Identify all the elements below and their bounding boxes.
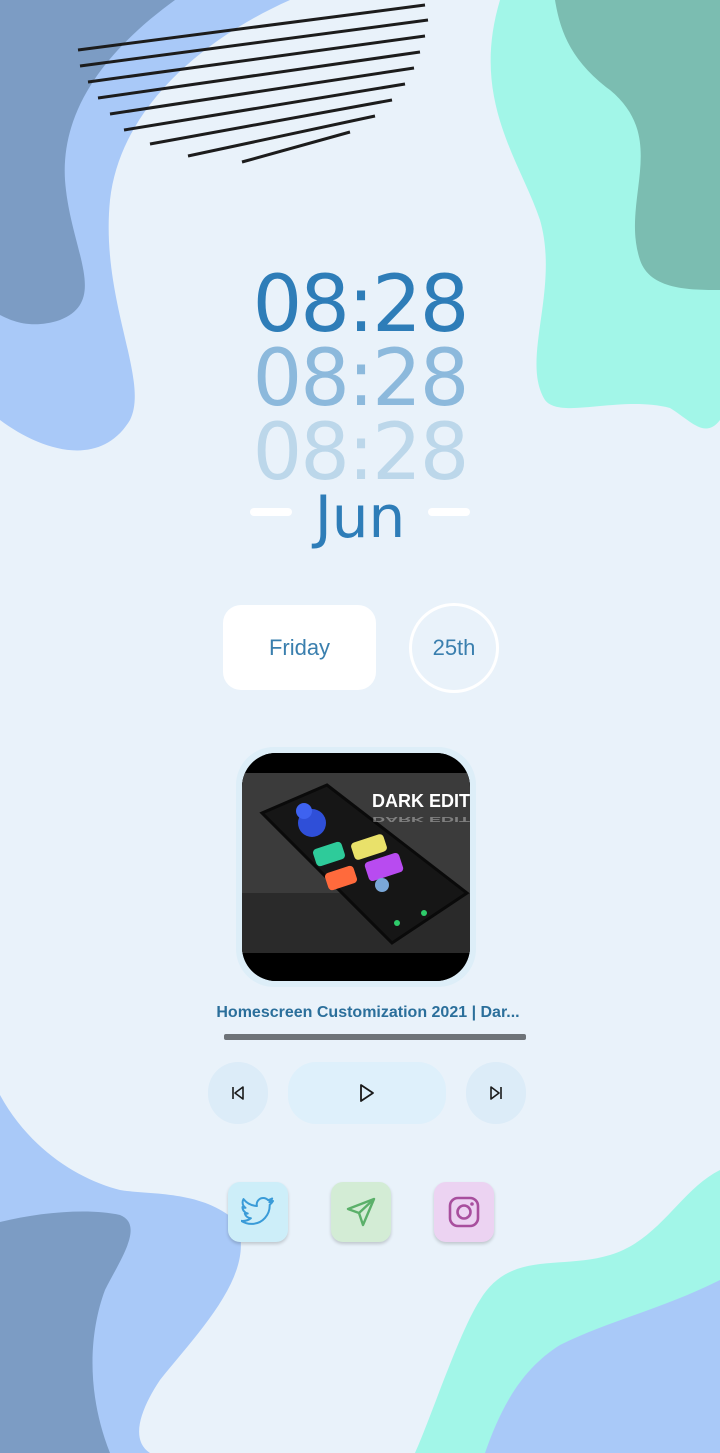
- month-label: Jun: [314, 483, 406, 551]
- clock-time-echo: 08:28: [252, 334, 470, 424]
- clock-time-primary: 08:28: [252, 260, 470, 350]
- play-icon: [360, 1084, 374, 1102]
- track-title[interactable]: Homescreen Customization 2021 | Dar...: [200, 1004, 536, 1022]
- weekday-pill: Friday: [223, 605, 376, 690]
- day-of-month-circle: 25th: [409, 603, 499, 693]
- play-button[interactable]: [288, 1062, 446, 1124]
- album-art-caption: DARK EDIT: [372, 791, 470, 811]
- track-progress-fill: [224, 1034, 526, 1040]
- send-icon: [346, 1197, 376, 1227]
- album-art-image: DARK EDIT DARK EDIT: [242, 753, 470, 981]
- twitter-button[interactable]: [228, 1182, 288, 1242]
- clock-time-echo-faded: 08:28: [252, 408, 470, 498]
- next-track-button[interactable]: [466, 1062, 526, 1124]
- twitter-icon: [241, 1197, 274, 1225]
- album-art[interactable]: DARK EDIT DARK EDIT: [242, 753, 470, 981]
- skip-next-icon: [490, 1086, 502, 1100]
- album-art-caption-reflection: DARK EDIT: [372, 815, 470, 823]
- telegram-button[interactable]: [331, 1182, 391, 1242]
- track-progress-bar[interactable]: [224, 1034, 526, 1040]
- previous-track-button[interactable]: [208, 1062, 268, 1124]
- skip-previous-icon: [232, 1086, 244, 1100]
- day-of-month-label: 25th: [432, 635, 476, 660]
- weekday-label: Friday: [268, 634, 331, 660]
- instagram-icon: [448, 1196, 480, 1228]
- instagram-button[interactable]: [434, 1182, 494, 1242]
